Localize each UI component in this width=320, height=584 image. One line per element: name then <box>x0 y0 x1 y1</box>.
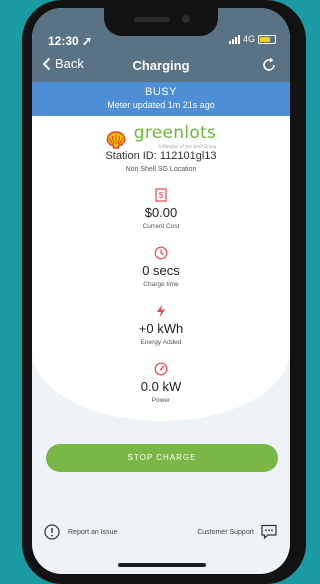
navigation-bar: Back Charging <box>32 56 290 80</box>
lightning-icon <box>157 304 165 318</box>
meter-updated-text: Meter updated 1m 21s ago <box>107 100 215 110</box>
home-indicator <box>118 563 206 567</box>
metric-label: Power <box>151 397 171 404</box>
network-type: 4G <box>242 34 255 44</box>
metric-value: $0.00 <box>144 205 178 220</box>
chat-bubble-icon <box>261 524 277 540</box>
metric-value: 0.0 kW <box>140 379 182 394</box>
refresh-icon[interactable] <box>260 56 278 74</box>
metric-current-cost: $ $0.00 Current Cost <box>32 188 290 230</box>
metric-label: Energy Added <box>140 339 182 346</box>
receipt-icon: $ <box>155 188 167 202</box>
page-title: Charging <box>132 58 190 73</box>
metric-value: +0 kWh <box>138 321 184 336</box>
signal-icon <box>228 34 240 44</box>
metric-power: 0.0 kW Power <box>32 362 290 404</box>
header-bar: 12:30 ➚ 4G Back Charging <box>32 8 290 82</box>
metric-charge-time: 0 secs Charge time <box>32 246 290 288</box>
metric-label: Charge time <box>143 281 179 288</box>
metric-value: 0 secs <box>142 263 180 278</box>
customer-support-link[interactable]: Customer Support <box>197 524 278 540</box>
status-banner: BUSY Meter updated 1m 21s ago <box>32 82 290 116</box>
station-id: Station ID: 112101gl13 <box>105 150 217 162</box>
alert-circle-icon <box>44 524 60 540</box>
station-location: Non Shell SG Location <box>125 166 197 173</box>
status-time: 12:30 ➚ <box>48 34 93 48</box>
shell-logo-icon <box>106 131 125 149</box>
speaker <box>134 17 170 22</box>
location-arrow-icon: ➚ <box>82 34 93 48</box>
customer-support-label: Customer Support <box>197 528 254 536</box>
report-issue-label: Report an Issue <box>68 528 118 536</box>
clock-icon <box>154 246 168 260</box>
stop-charge-button[interactable]: STOP CHARGE <box>46 444 278 472</box>
app-screen: 12:30 ➚ 4G Back Charging BUSY Meter upda… <box>32 8 290 574</box>
camera <box>182 15 190 23</box>
svg-text:$: $ <box>159 191 164 200</box>
speedometer-icon <box>154 362 168 376</box>
metric-energy-added: +0 kWh Energy Added <box>32 304 290 346</box>
notch <box>104 8 218 36</box>
battery-icon <box>258 34 276 44</box>
status-indicators: 4G <box>228 34 276 44</box>
report-issue-link[interactable]: Report an Issue <box>44 524 117 540</box>
charger-status: BUSY <box>145 86 177 98</box>
charging-details-card: greenlots A Member of the Shell Group St… <box>32 116 290 421</box>
metric-label: Current Cost <box>142 223 180 230</box>
